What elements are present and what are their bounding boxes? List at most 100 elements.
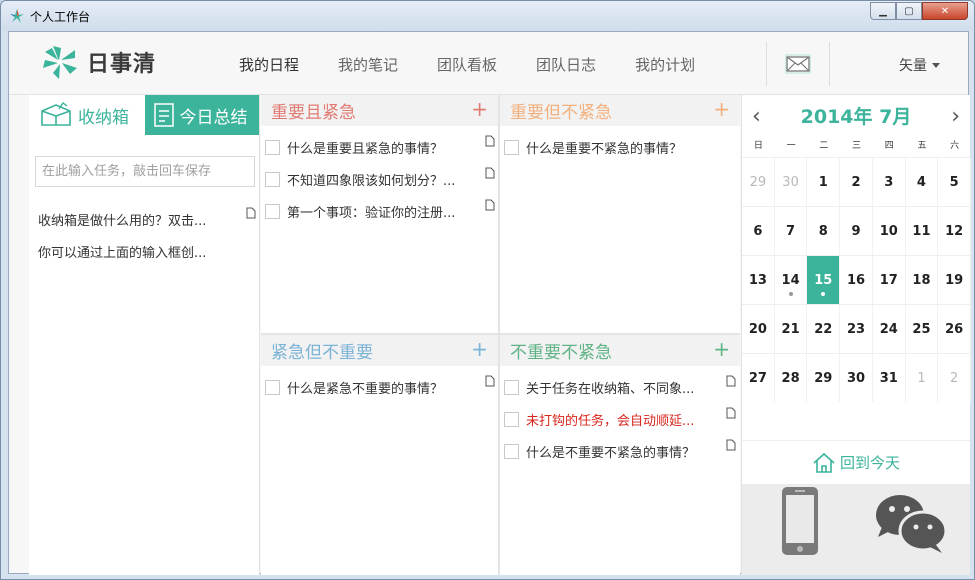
task-checkbox[interactable] — [265, 172, 280, 187]
task-item[interactable]: 什么是重要不紧急的事情？ — [500, 131, 740, 163]
nav-team-board[interactable]: 团队看板 — [437, 54, 497, 75]
summary-doc-icon — [153, 103, 174, 127]
calendar-day-number: 3 — [884, 175, 894, 190]
calendar-day[interactable]: 18 — [906, 256, 939, 304]
calendar-day[interactable]: 6 — [742, 207, 775, 255]
task-item[interactable]: 第一个事项：验证你的注册... — [261, 195, 498, 227]
task-text: 第一个事项：验证你的注册... — [287, 205, 456, 221]
calendar-day[interactable]: 5 — [938, 158, 972, 206]
tab-inbox[interactable]: 收纳箱 — [29, 95, 145, 135]
task-checkbox[interactable] — [504, 444, 519, 459]
add-task-icon[interactable]: + — [471, 99, 488, 119]
mail-button[interactable] — [766, 42, 830, 86]
calendar-day[interactable]: 10 — [873, 207, 906, 255]
back-to-today-button[interactable]: 回到今天 — [741, 440, 970, 484]
calendar-day[interactable]: 29 — [742, 158, 775, 206]
calendar-day[interactable]: 2 — [840, 158, 873, 206]
task-checkbox[interactable] — [265, 380, 280, 395]
task-item[interactable]: 什么是不重要不紧急的事情？ — [500, 435, 740, 467]
mobile-phone-icon[interactable] — [780, 485, 820, 557]
calendar-day[interactable]: 4 — [906, 158, 939, 206]
calendar-day[interactable]: 16 — [840, 256, 873, 304]
calendar-day[interactable]: 22 — [807, 305, 841, 353]
close-button[interactable]: ✕ — [922, 2, 968, 20]
calendar-day[interactable]: 13 — [742, 256, 775, 304]
note-icon[interactable] — [726, 407, 736, 419]
calendar-day[interactable]: 3 — [873, 158, 906, 206]
app-window: 个人工作台 ▁ ▢ ✕ 日事清 我的日程 我的笔记 团队看板 团队日志 我的计划… — [0, 0, 975, 580]
nav-my-plan[interactable]: 我的计划 — [635, 54, 695, 75]
minimize-button[interactable]: ▁ — [870, 2, 896, 20]
add-task-icon[interactable]: + — [713, 99, 730, 119]
calendar-day-number: 30 — [782, 175, 799, 190]
nav-my-notes[interactable]: 我的笔记 — [338, 54, 398, 75]
task-item[interactable]: 不知道四象限该如何划分？... — [261, 163, 498, 195]
calendar-day[interactable]: 23 — [840, 305, 873, 353]
calendar-day-number: 18 — [912, 273, 931, 288]
list-item[interactable]: 你可以通过上面的输入框创... — [29, 235, 259, 267]
task-checkbox[interactable] — [504, 140, 519, 155]
calendar-day[interactable]: 7 — [775, 207, 808, 255]
calendar-day-number: 22 — [814, 322, 833, 337]
note-icon[interactable] — [246, 207, 256, 219]
calendar-day[interactable]: 1 — [906, 354, 939, 402]
calendar-header: ‹ 2014年 7月 › — [742, 95, 970, 135]
chevron-left-icon[interactable]: ‹ — [752, 104, 761, 129]
task-text: 不知道四象限该如何划分？... — [287, 173, 456, 189]
calendar-day[interactable]: 17 — [873, 256, 906, 304]
calendar-day[interactable]: 12 — [938, 207, 972, 255]
task-checkbox[interactable] — [265, 204, 280, 219]
calendar-day[interactable]: 26 — [938, 305, 972, 353]
calendar-day[interactable]: 14 — [775, 256, 808, 304]
calendar-day[interactable]: 24 — [873, 305, 906, 353]
calendar-day[interactable]: 27 — [742, 354, 775, 402]
note-icon[interactable] — [726, 375, 736, 387]
note-icon[interactable] — [485, 135, 495, 147]
nav-my-schedule[interactable]: 我的日程 — [239, 54, 299, 75]
calendar-day[interactable]: 21 — [775, 305, 808, 353]
calendar-day[interactable]: 1 — [807, 158, 841, 206]
task-item[interactable]: 关于任务在收纳箱、不同象... — [500, 371, 740, 403]
calendar-day[interactable]: 30 — [775, 158, 808, 206]
task-checkbox[interactable] — [504, 412, 519, 427]
calendar-day[interactable]: 9 — [840, 207, 873, 255]
weekday-label: 四 — [884, 141, 894, 151]
calendar-day-number: 27 — [748, 371, 767, 386]
task-text: 什么是不重要不紧急的事情？ — [526, 445, 696, 461]
calendar-day[interactable]: 31 — [873, 354, 906, 402]
task-text: 关于任务在收纳箱、不同象... — [526, 381, 695, 397]
user-menu[interactable]: 矢量 — [899, 55, 940, 75]
calendar-day[interactable]: 19 — [938, 256, 972, 304]
calendar-day[interactable]: 8 — [807, 207, 841, 255]
calendar-day-today[interactable]: 15 — [807, 256, 841, 304]
calendar-day[interactable]: 20 — [742, 305, 775, 353]
task-checkbox[interactable] — [504, 380, 519, 395]
chevron-right-icon[interactable]: › — [951, 104, 960, 129]
add-task-icon[interactable]: + — [713, 339, 730, 359]
maximize-button[interactable]: ▢ — [896, 2, 922, 20]
nav-team-log[interactable]: 团队日志 — [536, 54, 596, 75]
calendar-day[interactable]: 28 — [775, 354, 808, 402]
calendar-day[interactable]: 2 — [938, 354, 972, 402]
add-task-icon[interactable]: + — [471, 339, 488, 359]
inbox-list: 收纳箱是做什么用的？双击... 你可以通过上面的输入框创... — [29, 203, 259, 267]
calendar-day[interactable]: 29 — [807, 354, 841, 402]
note-icon[interactable] — [726, 439, 736, 451]
note-icon[interactable] — [485, 199, 495, 211]
calendar-week-row: 13 14 15 16 17 18 19 — [742, 255, 972, 304]
note-icon[interactable] — [485, 375, 495, 387]
calendar-day[interactable]: 25 — [906, 305, 939, 353]
calendar-day[interactable]: 30 — [840, 354, 873, 402]
tab-daily-summary[interactable]: 今日总结 — [144, 95, 259, 135]
task-checkbox[interactable] — [265, 140, 280, 155]
calendar-day[interactable]: 11 — [906, 207, 939, 255]
list-item[interactable]: 收纳箱是做什么用的？双击... — [29, 203, 259, 235]
task-item[interactable]: 什么是紧急不重要的事情？ — [261, 371, 498, 403]
calendar-day-number: 6 — [753, 224, 763, 239]
weekday-row: 日一二三四五六 — [742, 135, 971, 157]
task-item[interactable]: 未打钩的任务，会自动顺延... — [500, 403, 740, 435]
note-icon[interactable] — [485, 167, 495, 179]
task-item[interactable]: 什么是重要且紧急的事情？ — [261, 131, 498, 163]
task-input[interactable] — [35, 156, 255, 187]
wechat-icon[interactable] — [874, 491, 948, 555]
